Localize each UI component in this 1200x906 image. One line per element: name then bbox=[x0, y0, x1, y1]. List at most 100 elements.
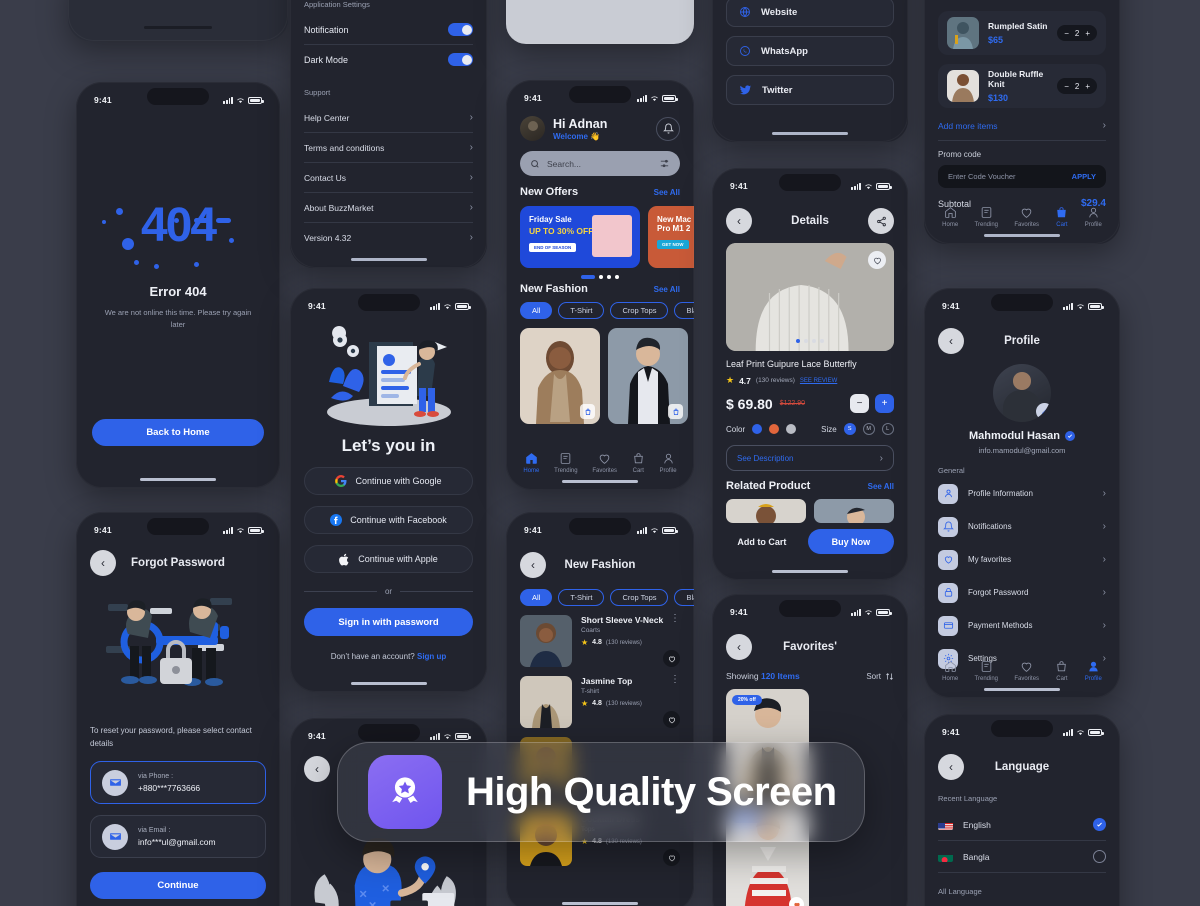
cart-item[interactable]: Rumpled Satin $65 − 2 + bbox=[938, 11, 1106, 55]
product-image[interactable] bbox=[726, 243, 894, 351]
bottom-navigation[interactable]: Home Trending Favorites Cart Profile bbox=[924, 660, 1120, 682]
favorite-icon[interactable] bbox=[663, 711, 680, 728]
nav-cart[interactable]: Cart bbox=[1055, 660, 1068, 682]
list-item[interactable]: Jasmine Top ⋮ T-shirt ★ 4.8 (130 reviews… bbox=[520, 675, 680, 728]
quantity-minus-button[interactable]: − bbox=[850, 394, 869, 413]
continue-with-facebook-button[interactable]: Continue with Facebook bbox=[304, 506, 473, 534]
notification-toggle[interactable] bbox=[448, 23, 473, 36]
settings-item-contact-us[interactable]: Contact Us › bbox=[304, 163, 473, 193]
bottom-navigation[interactable]: Home Trending Favorites Cart Profile bbox=[924, 206, 1120, 228]
bottom-navigation[interactable]: Home Trending Favorites Cart Profile bbox=[506, 452, 694, 474]
language-option-russian[interactable]: Russian bbox=[938, 902, 1106, 906]
sign-in-with-password-button[interactable]: Sign in with password bbox=[304, 608, 473, 636]
profile-item-my-favorites[interactable]: My favorites › bbox=[938, 543, 1106, 576]
quantity-stepper[interactable]: − + bbox=[850, 394, 894, 413]
back-button[interactable]: ‹ bbox=[726, 208, 752, 234]
category-chips[interactable]: All T-Shirt Crop Tops Blaze bbox=[520, 589, 694, 606]
language-option-bangla[interactable]: Bangla bbox=[938, 841, 1106, 873]
quantity-plus[interactable]: + bbox=[1085, 82, 1090, 91]
offer-card[interactable]: New Mac Pro M1 2 GET NOW bbox=[648, 206, 694, 268]
color-swatch-orange[interactable] bbox=[769, 424, 780, 434]
chip-all[interactable]: All bbox=[520, 589, 553, 606]
share-icon[interactable] bbox=[868, 208, 894, 234]
social-row-twitter[interactable]: Twitter bbox=[726, 75, 894, 105]
avatar[interactable] bbox=[520, 116, 545, 141]
profile-avatar[interactable] bbox=[993, 364, 1051, 422]
chip-blaze[interactable]: Blaze bbox=[674, 589, 694, 606]
more-options-icon[interactable]: ⋮ bbox=[670, 614, 680, 625]
back-button[interactable]: ‹ bbox=[90, 550, 116, 576]
nav-trending[interactable]: Trending bbox=[554, 452, 578, 474]
quantity-minus[interactable]: − bbox=[1064, 82, 1069, 91]
nav-profile[interactable]: Profile bbox=[1085, 206, 1102, 228]
chip-all[interactable]: All bbox=[520, 302, 553, 319]
more-options-icon[interactable]: ⋮ bbox=[670, 675, 680, 686]
quantity-plus-button[interactable]: + bbox=[875, 394, 894, 413]
color-swatch-grey[interactable] bbox=[786, 424, 797, 434]
see-description-button[interactable]: See Description › bbox=[726, 445, 894, 471]
related-product-card[interactable] bbox=[814, 499, 894, 523]
color-swatch-blue[interactable] bbox=[752, 424, 763, 434]
settings-item-about[interactable]: About BuzzMarket › bbox=[304, 193, 473, 223]
list-item[interactable]: Short Sleeve V-Neck ⋮ Coarts ★ 4.8 (130 … bbox=[520, 614, 680, 667]
size-option-l[interactable]: L bbox=[881, 423, 894, 435]
continue-with-apple-button[interactable]: Continue with Apple bbox=[304, 545, 473, 573]
nav-favorites[interactable]: Favorites bbox=[1014, 660, 1039, 682]
sort-button[interactable]: Sort bbox=[866, 672, 894, 681]
sign-up-link[interactable]: Sign up bbox=[417, 652, 446, 661]
profile-item-forgot-password[interactable]: Forgot Password › bbox=[938, 576, 1106, 609]
product-card[interactable] bbox=[520, 328, 600, 424]
chip-crop-tops[interactable]: Crop Tops bbox=[610, 302, 669, 319]
continue-button[interactable]: Continue bbox=[90, 872, 266, 900]
carousel-dots[interactable] bbox=[520, 275, 680, 279]
see-all-link[interactable]: See All bbox=[654, 285, 680, 294]
nav-home[interactable]: Home bbox=[523, 452, 539, 474]
edit-icon[interactable] bbox=[1036, 403, 1051, 420]
favorite-icon[interactable] bbox=[663, 650, 680, 667]
see-all-link[interactable]: See All bbox=[868, 482, 894, 491]
offers-carousel[interactable]: Friday Sale UP TO 30% OFF END OF SEASON … bbox=[520, 206, 694, 268]
cart-item[interactable]: Double Ruffle Knit $130 − 2 + bbox=[938, 64, 1106, 108]
radio-selected[interactable] bbox=[1093, 818, 1106, 831]
social-row-whatsapp[interactable]: WhatsApp bbox=[726, 36, 894, 66]
image-carousel-dots[interactable] bbox=[796, 339, 824, 343]
nav-profile[interactable]: Profile bbox=[660, 452, 677, 474]
back-to-home-button[interactable]: Back to Home bbox=[92, 419, 264, 446]
see-all-link[interactable]: See All bbox=[654, 188, 680, 197]
language-option-english[interactable]: English bbox=[938, 809, 1106, 841]
profile-item-payment-methods[interactable]: Payment Methods › bbox=[938, 609, 1106, 642]
product-card[interactable] bbox=[608, 328, 688, 424]
setting-notification[interactable]: Notification bbox=[304, 15, 473, 45]
apply-button[interactable]: APPLY bbox=[1072, 172, 1096, 181]
radio-unselected[interactable] bbox=[1093, 850, 1106, 863]
add-to-cart-button[interactable]: Add to Cart bbox=[726, 537, 798, 547]
search-input[interactable]: Search... bbox=[520, 151, 680, 176]
quantity-minus[interactable]: − bbox=[1064, 29, 1069, 38]
favorite-icon[interactable] bbox=[663, 849, 680, 866]
favorite-icon[interactable] bbox=[868, 251, 886, 269]
continue-with-google-button[interactable]: Continue with Google bbox=[304, 467, 473, 495]
nav-cart[interactable]: Cart bbox=[1055, 206, 1068, 228]
offer-card[interactable]: Friday Sale UP TO 30% OFF END OF SEASON bbox=[520, 206, 640, 268]
back-button[interactable]: ‹ bbox=[938, 754, 964, 780]
chip-tshirt[interactable]: T-Shirt bbox=[558, 302, 605, 319]
size-option-s[interactable]: S bbox=[843, 423, 856, 435]
profile-item-profile-information[interactable]: Profile Information › bbox=[938, 477, 1106, 510]
favorite-icon[interactable] bbox=[789, 897, 804, 906]
back-button[interactable]: ‹ bbox=[304, 756, 330, 782]
profile-item-notifications[interactable]: Notifications › bbox=[938, 510, 1106, 543]
promo-code-input[interactable]: Enter Code Voucher APPLY bbox=[938, 165, 1106, 188]
back-button[interactable]: ‹ bbox=[520, 552, 546, 578]
chip-tshirt[interactable]: T-Shirt bbox=[558, 589, 605, 606]
social-row-website[interactable]: Website bbox=[726, 0, 894, 27]
add-to-cart-icon[interactable] bbox=[580, 404, 595, 419]
nav-cart[interactable]: Cart bbox=[632, 452, 645, 474]
nav-trending[interactable]: Trending bbox=[975, 206, 998, 228]
add-to-cart-icon[interactable] bbox=[668, 404, 683, 419]
nav-profile[interactable]: Profile bbox=[1085, 660, 1102, 682]
dark-mode-toggle[interactable] bbox=[448, 53, 473, 66]
back-button[interactable]: ‹ bbox=[938, 328, 964, 354]
size-option-m[interactable]: M bbox=[862, 423, 875, 435]
bell-icon[interactable] bbox=[656, 116, 680, 141]
contact-option-phone[interactable]: via Phone : +880***7763666 bbox=[90, 761, 266, 805]
